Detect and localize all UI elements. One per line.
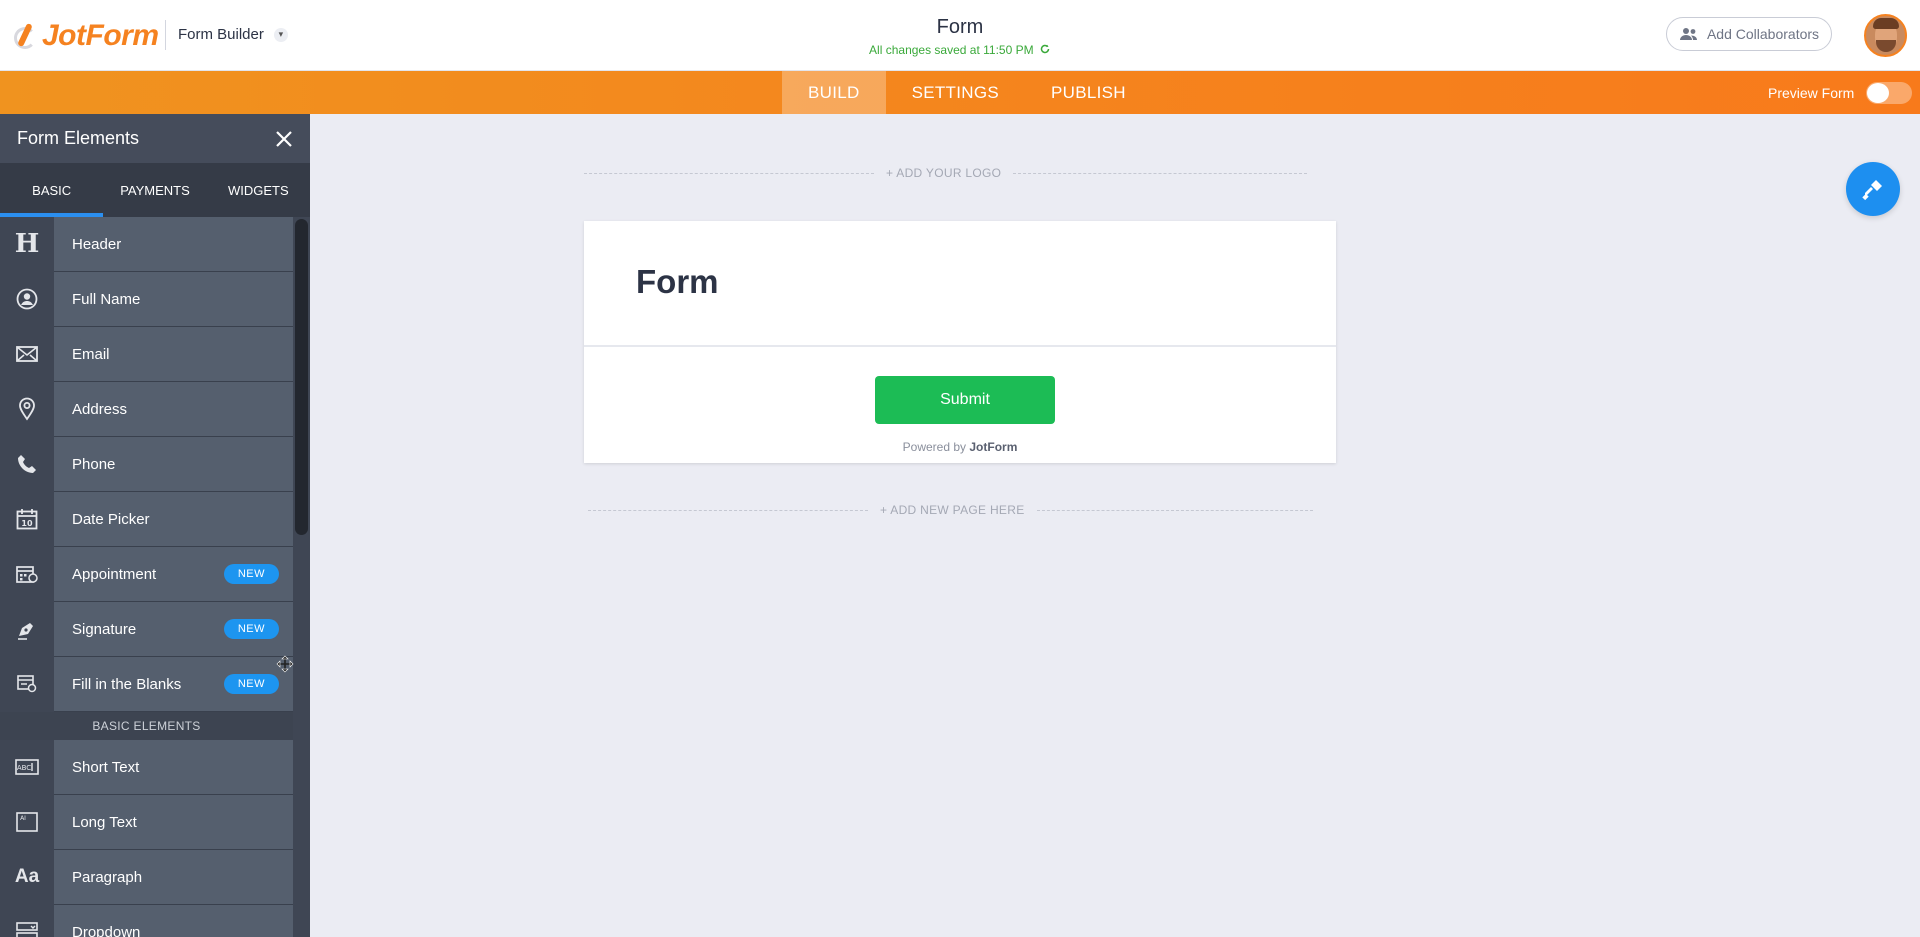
element-label: Full Name (72, 290, 141, 308)
form-designer-button[interactable] (1846, 162, 1900, 216)
chevron-down-icon: ▾ (273, 27, 288, 42)
element-label: Long Text (72, 813, 137, 831)
jotform-logo[interactable]: JotForm (12, 16, 159, 56)
long-text-icon: AI (0, 794, 54, 850)
user-icon (0, 271, 54, 327)
new-badge: NEW (223, 674, 279, 694)
refresh-icon (1040, 44, 1050, 54)
tab-settings[interactable]: SETTINGS (886, 71, 1025, 114)
add-collaborators-button[interactable]: Add Collaborators (1666, 17, 1832, 51)
form-canvas: + ADD YOUR LOGO Form Submit Powered by J… (310, 114, 1920, 937)
section-heading-basic-elements: BASIC ELEMENTS (0, 712, 293, 740)
form-heading[interactable]: Form (636, 263, 1284, 301)
element-label: Signature (72, 620, 137, 638)
element-header[interactable]: H Header (0, 216, 293, 272)
header-icon: H (0, 216, 54, 272)
tab-build[interactable]: BUILD (782, 71, 886, 114)
powered-by-brand[interactable]: JotForm (969, 440, 1017, 454)
svg-text:10: 10 (21, 519, 33, 528)
element-label: Appointment (72, 565, 157, 583)
panel-tabs: BASIC PAYMENTS WIDGETS (0, 163, 310, 217)
calendar-icon: 10 (0, 491, 54, 547)
element-short-text[interactable]: ABC Short Text (0, 739, 293, 795)
new-badge: NEW (223, 619, 279, 639)
panel-title: Form Elements (17, 128, 140, 148)
element-date-picker[interactable]: 10 Date Picker (0, 491, 293, 547)
form-title[interactable]: Form (0, 16, 1920, 39)
close-icon[interactable] (272, 127, 296, 151)
users-icon (1679, 28, 1697, 40)
svg-text:AI: AI (20, 815, 26, 822)
save-status: All changes saved at 11:50 PM (0, 43, 1920, 57)
element-label: Phone (72, 455, 116, 473)
tab-widgets[interactable]: WIDGETS (207, 163, 310, 217)
tab-payments[interactable]: PAYMENTS (103, 163, 206, 217)
appointment-icon (0, 546, 54, 602)
logo-text: JotForm (42, 19, 159, 52)
element-label: Address (72, 400, 128, 418)
element-fill-in-the-blanks[interactable]: Fill in the Blanks NEW (0, 656, 293, 712)
signature-pen-icon (0, 601, 54, 657)
paragraph-icon: Aa (0, 849, 54, 905)
map-pin-icon (0, 381, 54, 437)
save-status-text: All changes saved at 11:50 PM (869, 43, 1034, 57)
builder-switch-label: Form Builder (178, 26, 264, 43)
phone-icon (0, 436, 54, 492)
preview-form: Preview Form (1768, 82, 1913, 104)
submit-button[interactable]: Submit (875, 376, 1055, 424)
tab-publish[interactable]: PUBLISH (1025, 71, 1152, 114)
element-list: H Header Full Name Email Address Phone 1… (0, 216, 293, 937)
nav-tabs: BUILD SETTINGS PUBLISH (782, 71, 1152, 114)
element-signature[interactable]: Signature NEW (0, 601, 293, 657)
powered-by-prefix: Powered by (902, 440, 967, 454)
short-text-icon: ABC (0, 739, 54, 795)
paint-roller-icon (1862, 180, 1882, 201)
element-dropdown[interactable]: Dropdown (0, 904, 293, 937)
element-long-text[interactable]: AI Long Text (0, 794, 293, 850)
element-email[interactable]: Email (0, 326, 293, 382)
element-paragraph[interactable]: Aa Paragraph (0, 849, 293, 905)
scrollbar-thumb[interactable] (295, 219, 308, 535)
element-list-scrollbar[interactable] (293, 217, 310, 937)
move-cursor-icon (276, 655, 294, 673)
element-appointment[interactable]: Appointment NEW (0, 546, 293, 602)
preview-form-label: Preview Form (1768, 85, 1855, 101)
element-label: Date Picker (72, 510, 150, 528)
header-divider (165, 20, 166, 50)
add-logo-link[interactable]: + ADD YOUR LOGO (874, 166, 1013, 180)
element-phone[interactable]: Phone (0, 436, 293, 492)
element-full-name[interactable]: Full Name (0, 271, 293, 327)
top-header: JotForm Form Builder ▾ Form All changes … (0, 0, 1920, 71)
add-collaborators-label: Add Collaborators (1706, 26, 1820, 42)
fill-blanks-icon (0, 656, 54, 712)
tab-basic[interactable]: BASIC (0, 163, 104, 217)
form-elements-panel: Form Elements BASIC PAYMENTS WIDGETS H H… (0, 114, 310, 937)
element-label: Paragraph (72, 868, 143, 886)
element-address[interactable]: Address (0, 381, 293, 437)
powered-by: Powered by JotForm (584, 440, 1336, 454)
element-label: Header (72, 235, 122, 253)
add-new-page-link[interactable]: + ADD NEW PAGE HERE (868, 503, 1037, 517)
panel-header: Form Elements (0, 114, 310, 163)
element-label: Short Text (72, 758, 140, 776)
element-label: Fill in the Blanks (72, 675, 182, 693)
form-card: Form Submit Powered by JotForm (584, 221, 1336, 463)
dropdown-icon (0, 904, 54, 937)
avatar[interactable] (1864, 14, 1907, 57)
jotform-logo-icon (12, 21, 38, 51)
element-label: Dropdown (72, 923, 141, 937)
add-logo-row[interactable]: + ADD YOUR LOGO (584, 166, 1336, 180)
form-builder-switch[interactable]: Form Builder ▾ (178, 26, 288, 43)
title-block: Form All changes saved at 11:50 PM (0, 16, 1920, 57)
form-header[interactable]: Form (584, 221, 1336, 347)
main-nav: BUILD SETTINGS PUBLISH Preview Form (0, 71, 1920, 114)
preview-form-toggle[interactable] (1866, 82, 1913, 104)
new-badge: NEW (223, 564, 279, 584)
element-label: Email (72, 345, 110, 363)
svg-text:ABC: ABC (17, 764, 31, 772)
envelope-icon (0, 326, 54, 382)
add-page-row[interactable]: + ADD NEW PAGE HERE (588, 503, 1340, 517)
